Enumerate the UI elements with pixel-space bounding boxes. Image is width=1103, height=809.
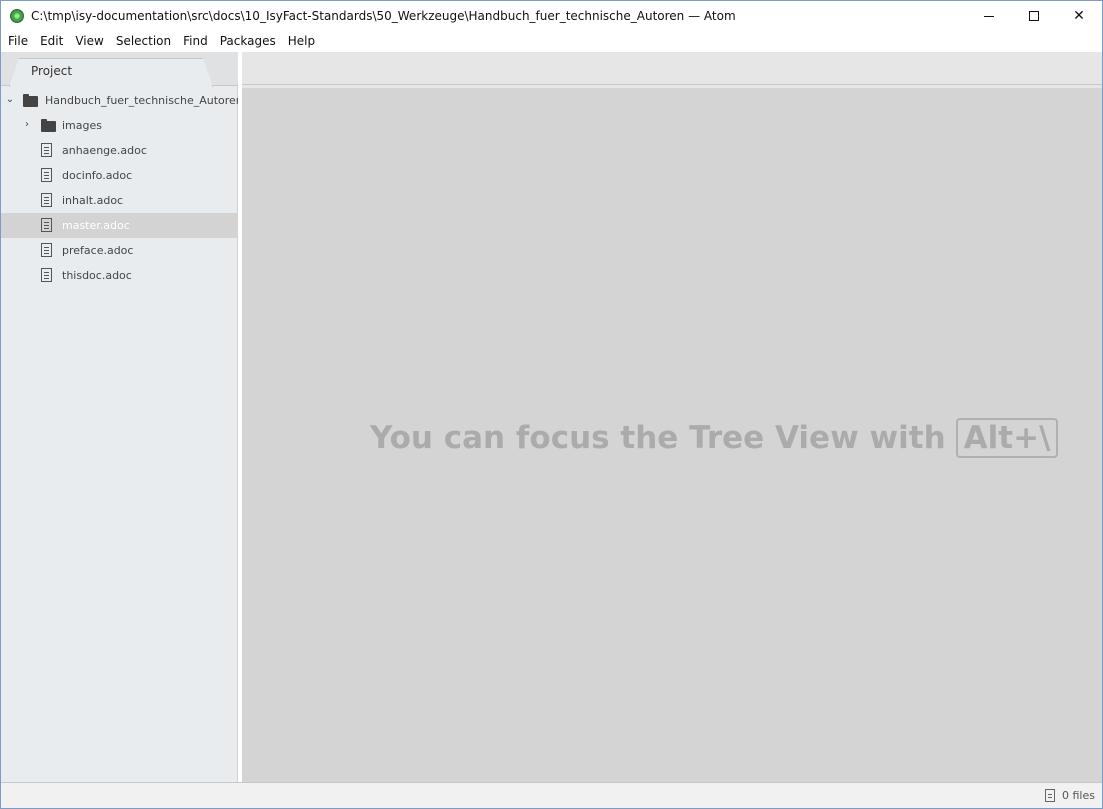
tree-item-label: images bbox=[62, 119, 102, 132]
tree-item-file[interactable]: preface.adoc bbox=[1, 238, 238, 263]
window-title: C:\tmp\isy-documentation\src\docs\10_Isy… bbox=[31, 9, 736, 23]
file-text-icon bbox=[41, 193, 52, 207]
menu-selection[interactable]: Selection bbox=[110, 31, 177, 52]
folder-icon bbox=[23, 94, 38, 107]
atom-logo-icon bbox=[10, 9, 24, 23]
menu-view[interactable]: View bbox=[69, 31, 109, 52]
tree-item-label: master.adoc bbox=[62, 219, 130, 232]
hint-text: You can focus the Tree View with bbox=[370, 420, 946, 456]
minimize-button[interactable] bbox=[966, 1, 1012, 31]
tree-item-label: anhaenge.adoc bbox=[62, 144, 147, 157]
tree-root-label: Handbuch_fuer_technische_Autoren bbox=[45, 94, 243, 107]
tree-view-hint: You can focus the Tree View with Alt+\ bbox=[370, 418, 1059, 458]
tree-tab-strip: Project bbox=[1, 52, 238, 87]
tree-item-file[interactable]: thisdoc.adoc bbox=[1, 263, 238, 288]
file-text-icon bbox=[41, 268, 52, 282]
file-text-icon bbox=[41, 243, 52, 257]
tree-item-file[interactable]: anhaenge.adoc bbox=[1, 138, 238, 163]
tree-item-file[interactable]: inhalt.adoc bbox=[1, 188, 238, 213]
tree-item-label: inhalt.adoc bbox=[62, 194, 124, 207]
tree-item-file-selected[interactable]: master.adoc bbox=[1, 213, 238, 238]
file-text-icon bbox=[41, 143, 52, 157]
menu-find[interactable]: Find bbox=[177, 31, 214, 52]
tree-root[interactable]: ⌄ Handbuch_fuer_technische_Autoren bbox=[1, 88, 243, 113]
chevron-right-icon[interactable]: › bbox=[22, 120, 32, 130]
tab-project-label: Project bbox=[31, 64, 73, 78]
editor-pane[interactable]: You can focus the Tree View with Alt+\ bbox=[242, 88, 1102, 782]
maximize-icon bbox=[1029, 11, 1039, 21]
tree-item-images[interactable]: › images bbox=[1, 113, 238, 138]
tree-view-panel: Project ⌄ Handbuch_fuer_technische_Autor… bbox=[1, 52, 243, 782]
close-button[interactable]: ✕ bbox=[1056, 1, 1102, 31]
tree-item-file[interactable]: docinfo.adoc bbox=[1, 163, 238, 188]
editor-tab-bar bbox=[242, 52, 1102, 85]
atom-window: C:\tmp\isy-documentation\src\docs\10_Isy… bbox=[0, 0, 1103, 809]
file-count-icon[interactable] bbox=[1045, 789, 1055, 802]
minimize-icon bbox=[984, 15, 994, 17]
tree-item-label: thisdoc.adoc bbox=[62, 269, 132, 282]
tree-item-label: docinfo.adoc bbox=[62, 169, 133, 182]
file-count[interactable]: 0 files bbox=[1062, 789, 1095, 802]
menu-edit[interactable]: Edit bbox=[34, 31, 69, 52]
menu-help[interactable]: Help bbox=[282, 31, 321, 52]
menu-bar: File Edit View Selection Find Packages H… bbox=[1, 31, 1102, 52]
status-bar: 0 files bbox=[1, 782, 1102, 808]
tree-item-label: preface.adoc bbox=[62, 244, 134, 257]
menu-file[interactable]: File bbox=[2, 31, 34, 52]
menu-packages[interactable]: Packages bbox=[214, 31, 282, 52]
close-icon: ✕ bbox=[1073, 8, 1085, 24]
chevron-down-icon[interactable]: ⌄ bbox=[5, 95, 15, 105]
shortcut-key: Alt+\ bbox=[955, 418, 1059, 458]
maximize-button[interactable] bbox=[1011, 1, 1057, 31]
file-text-icon bbox=[41, 218, 52, 232]
folder-icon bbox=[41, 119, 56, 132]
title-bar: C:\tmp\isy-documentation\src\docs\10_Isy… bbox=[1, 1, 1102, 31]
file-text-icon bbox=[41, 168, 52, 182]
